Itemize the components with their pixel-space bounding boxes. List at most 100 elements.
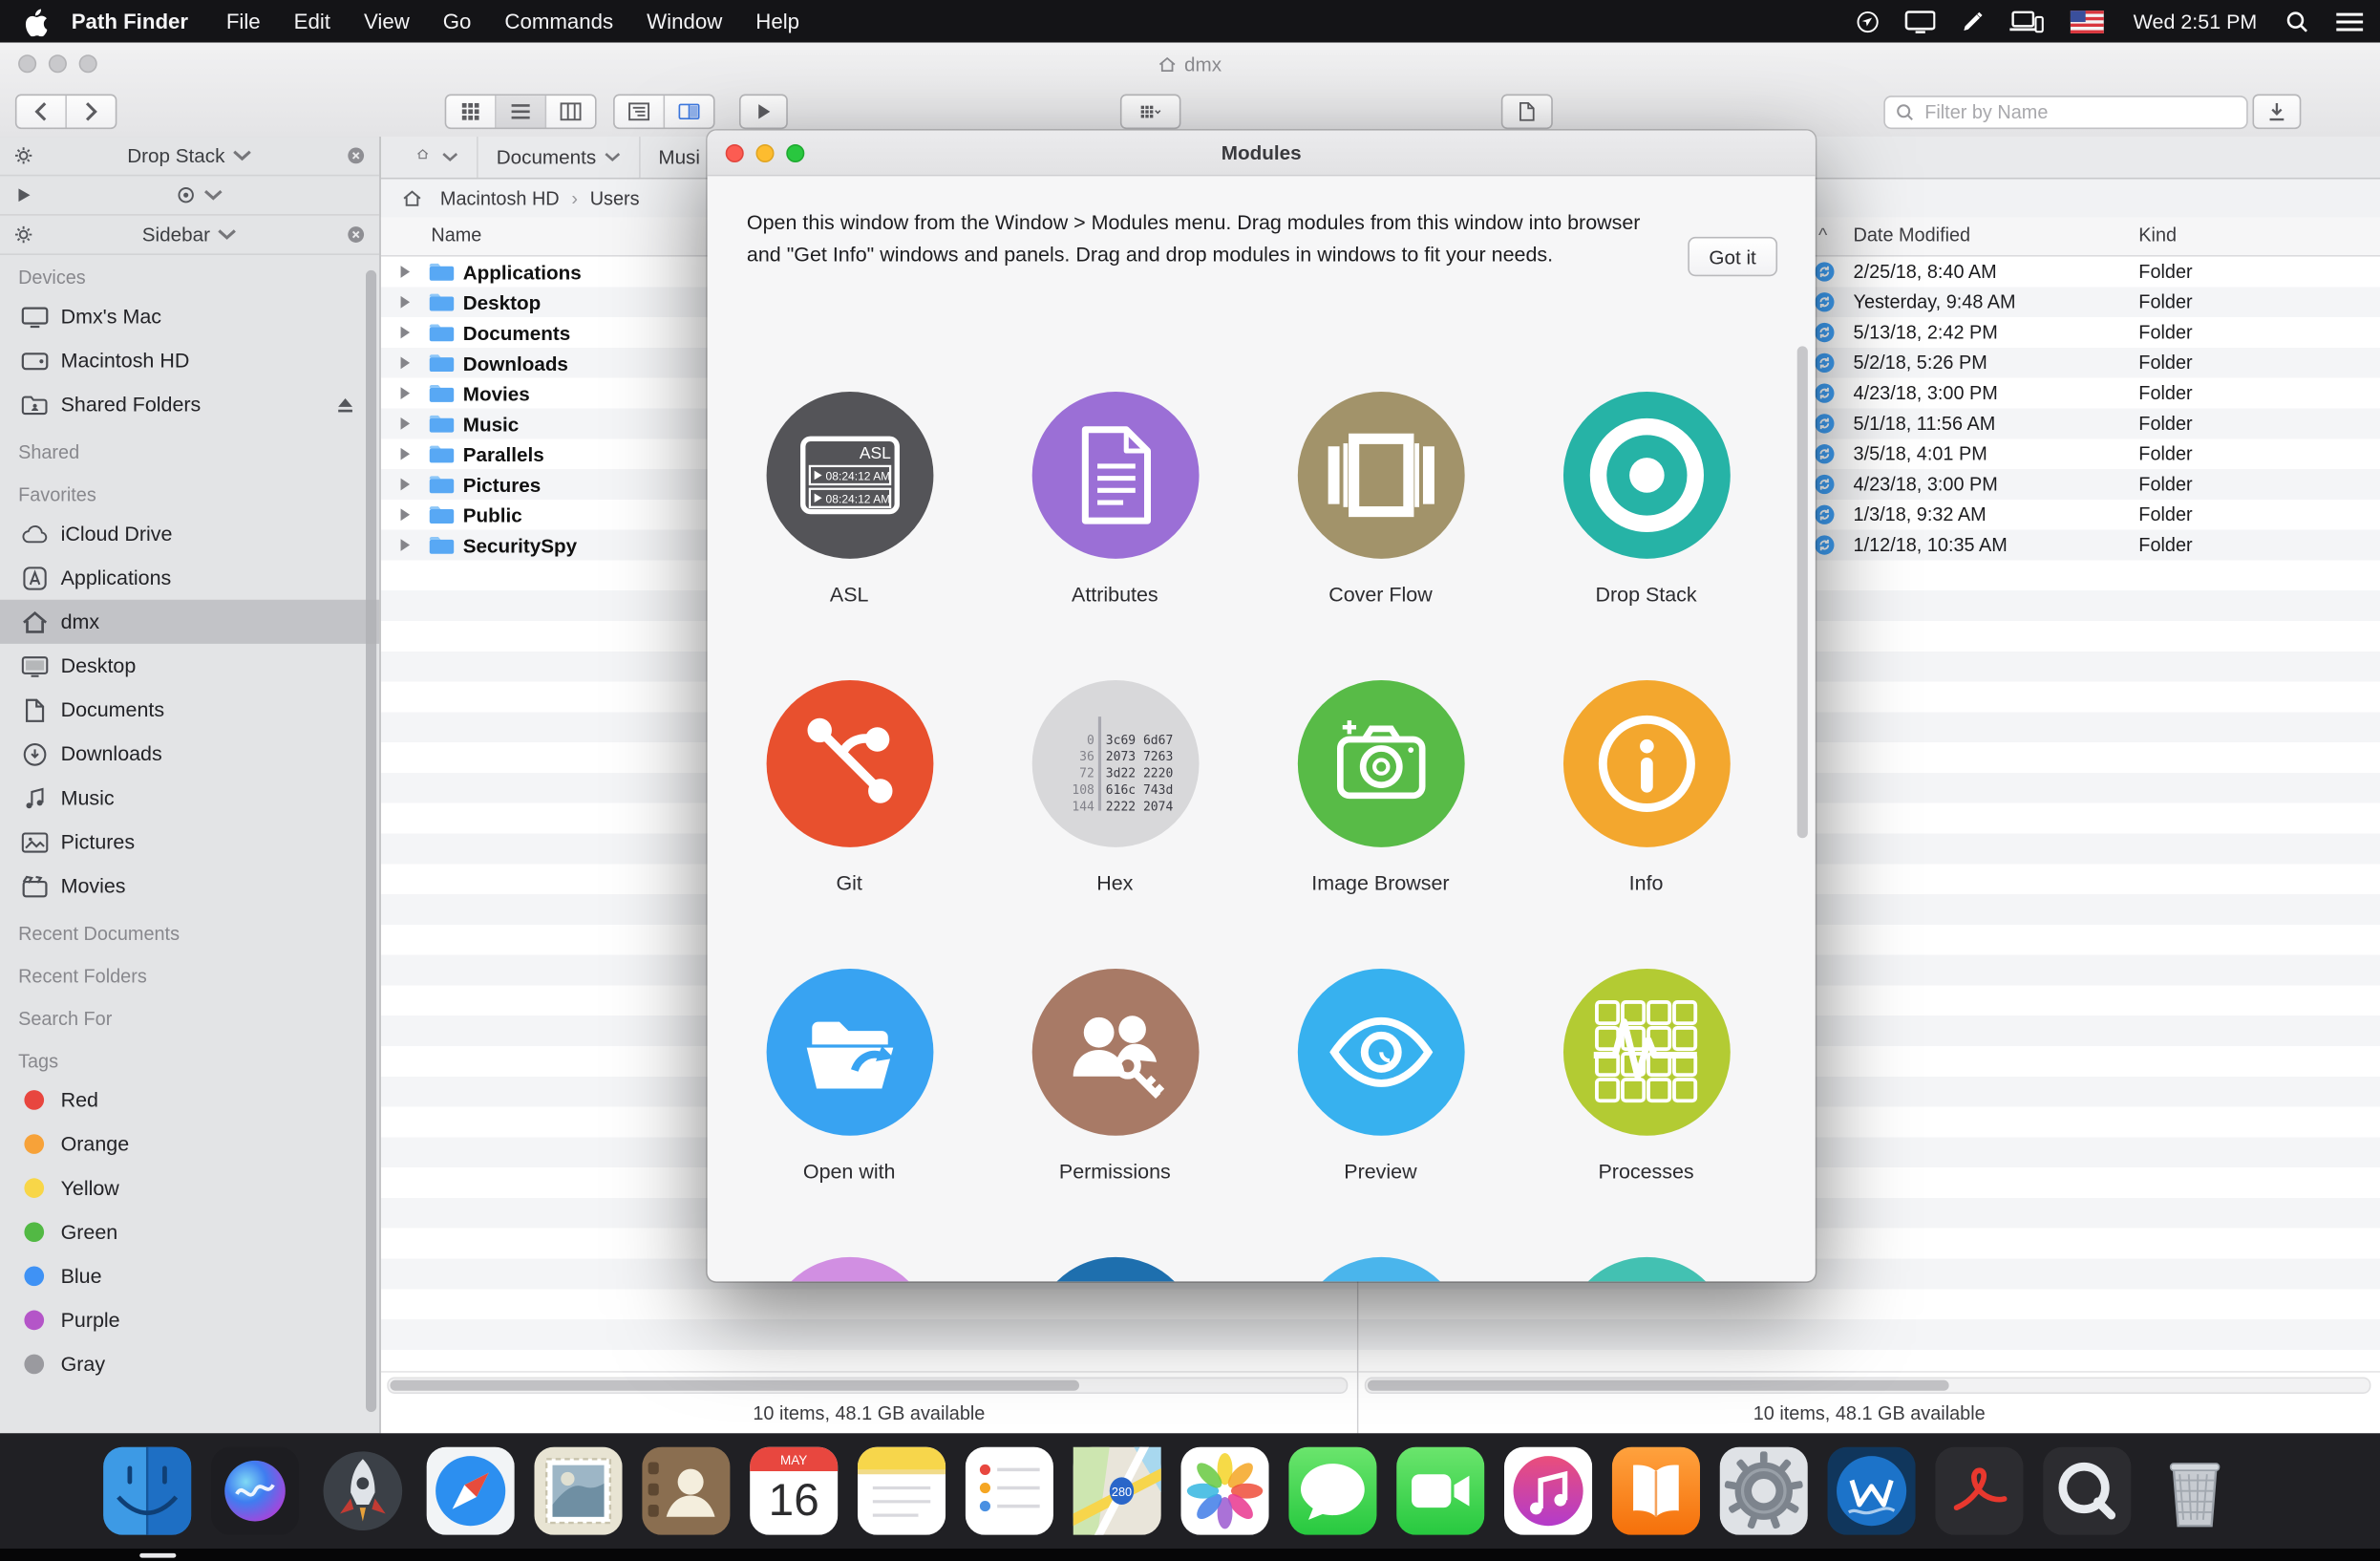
menu-item[interactable]: Help [739,10,817,33]
module-circle[interactable] [1297,680,1464,847]
safari-dock-icon[interactable] [427,1447,515,1535]
got-it-button[interactable]: Got it [1688,237,1777,276]
sidebar-item[interactable]: Music [0,776,379,820]
horizontal-scrollbar[interactable] [1365,1377,2371,1393]
input-source-flag-icon[interactable] [2071,10,2105,33]
breadcrumb-item[interactable]: Users [565,188,646,209]
module-circle[interactable] [1562,680,1730,847]
module-tile[interactable]: Image Browser [1297,680,1464,969]
zoom-dialog-button[interactable] [786,143,804,161]
module-tile[interactable]: Drop Stack [1562,392,1730,680]
gear-icon[interactable] [13,143,33,167]
sidebar-panel-title[interactable]: Sidebar [33,224,346,246]
disclosure-triangle-icon[interactable] [399,446,412,461]
view-options-button[interactable] [1120,95,1181,130]
sidebar-item[interactable]: dmx [0,600,379,644]
sidebar-item[interactable]: Desktop [0,644,379,688]
disclosure-triangle-icon[interactable] [399,507,412,523]
module-tile[interactable]: Attributes [1031,392,1199,680]
disclosure-triangle-icon[interactable] [399,416,412,431]
module-circle[interactable] [1297,969,1464,1136]
module-tile[interactable]: Preview [1297,969,1464,1257]
sidebar-item[interactable]: Downloads [0,732,379,776]
sidebar-item[interactable]: Yellow [0,1166,379,1210]
disclosure-triangle-icon[interactable] [399,386,412,401]
spotlight-icon[interactable] [2285,10,2308,33]
module-circle[interactable] [1297,392,1464,559]
back-button[interactable] [16,96,66,127]
dialog-title-bar[interactable]: Modules [708,131,1816,177]
dual-pane-button[interactable] [665,96,713,127]
module-circle[interactable]: 03c69 6d67362073 7263723d22 2220108616c … [1031,680,1199,847]
close-panel-icon[interactable] [346,143,366,167]
sidebar-item[interactable]: Movies [0,864,379,908]
disclosure-triangle-icon[interactable] [399,538,412,553]
module-tile[interactable]: Open with [766,969,933,1257]
sidebar-item[interactable]: Macintosh HD [0,338,379,382]
module-tile[interactable]: ASL08:24:12 AM08:24:12 AM ASL [766,392,933,680]
finder-dock-icon[interactable] [103,1447,191,1535]
system-preferences-dock-icon[interactable] [1720,1447,1808,1535]
drop-stack-target[interactable] [33,185,366,205]
module-circle-partial[interactable] [766,1257,933,1281]
eject-icon[interactable] [335,396,355,414]
disclosure-triangle-icon[interactable] [399,294,412,310]
menu-item[interactable]: View [347,10,426,33]
app-menu-title[interactable]: Path Finder [72,10,188,33]
launchpad-dock-icon[interactable] [319,1447,407,1535]
disclosure-triangle-icon[interactable] [399,477,412,492]
scrollbar-thumb[interactable] [1368,1380,1949,1391]
module-circle[interactable] [1562,969,1730,1136]
disclosure-triangle-icon[interactable] [399,265,412,280]
kind-column-header[interactable]: Kind [2138,225,2177,246]
display-menu-icon[interactable] [1905,10,1936,33]
module-circle-partial[interactable] [1562,1257,1730,1281]
minimize-dialog-button[interactable] [755,143,774,161]
single-pane-button[interactable] [615,96,665,127]
pen-menu-icon[interactable] [1962,10,1985,33]
maps-dock-icon[interactable]: 280 [1073,1447,1161,1535]
dialog-scrollbar[interactable] [1797,346,1808,838]
disclosure-triangle-icon[interactable] [399,325,412,340]
sidebar-item[interactable]: Applications [0,556,379,600]
new-document-button[interactable] [1501,95,1553,130]
module-tile[interactable]: Info [1562,680,1730,969]
module-tile[interactable]: 03c69 6d67362073 7263723d22 2220108616c … [1031,680,1199,969]
sidebar-item[interactable]: Dmx's Mac [0,294,379,338]
breadcrumb-item[interactable]: Macintosh HD [435,188,565,209]
disclosure-triangle-icon[interactable] [399,355,412,371]
siri-dock-icon[interactable] [211,1447,299,1535]
module-tile[interactable]: Git [766,680,933,969]
tab-home[interactable] [396,137,478,178]
menu-item[interactable]: Commands [488,10,630,33]
sidebar-scrollbar[interactable] [366,270,376,1412]
horizontal-scrollbar[interactable] [387,1377,1348,1393]
name-column-header[interactable]: Name [431,225,481,246]
module-circle[interactable] [766,969,933,1136]
photos-dock-icon[interactable] [1180,1447,1268,1535]
messages-dock-icon[interactable] [1288,1447,1376,1535]
close-panel-icon[interactable] [346,223,366,246]
filter-input[interactable] [1922,99,2236,123]
module-tile[interactable]: Cover Flow [1297,392,1464,680]
module-circle-partial[interactable] [1297,1257,1464,1281]
trash-dock-icon[interactable] [2151,1447,2239,1535]
location-menu-icon[interactable] [1857,10,1880,33]
scrollbar-thumb[interactable] [390,1380,1079,1391]
column-view-button[interactable] [546,96,595,127]
close-dialog-button[interactable] [726,143,744,161]
reminders-dock-icon[interactable] [966,1447,1053,1535]
sidebar-item[interactable]: Blue [0,1254,379,1298]
gear-icon[interactable] [13,223,33,246]
menu-item[interactable]: Window [630,10,739,33]
calendar-dock-icon[interactable]: MAY16 [750,1447,838,1535]
mail-dock-icon[interactable] [534,1447,622,1535]
play-icon[interactable] [13,183,33,207]
module-circle[interactable] [1031,969,1199,1136]
sidebar-item[interactable]: Green [0,1210,379,1254]
module-circle-partial[interactable] [1031,1257,1199,1281]
module-circle[interactable] [766,680,933,847]
list-view-button[interactable] [497,96,546,127]
forward-button[interactable] [67,96,116,127]
sidebar-item[interactable]: iCloud Drive [0,512,379,556]
